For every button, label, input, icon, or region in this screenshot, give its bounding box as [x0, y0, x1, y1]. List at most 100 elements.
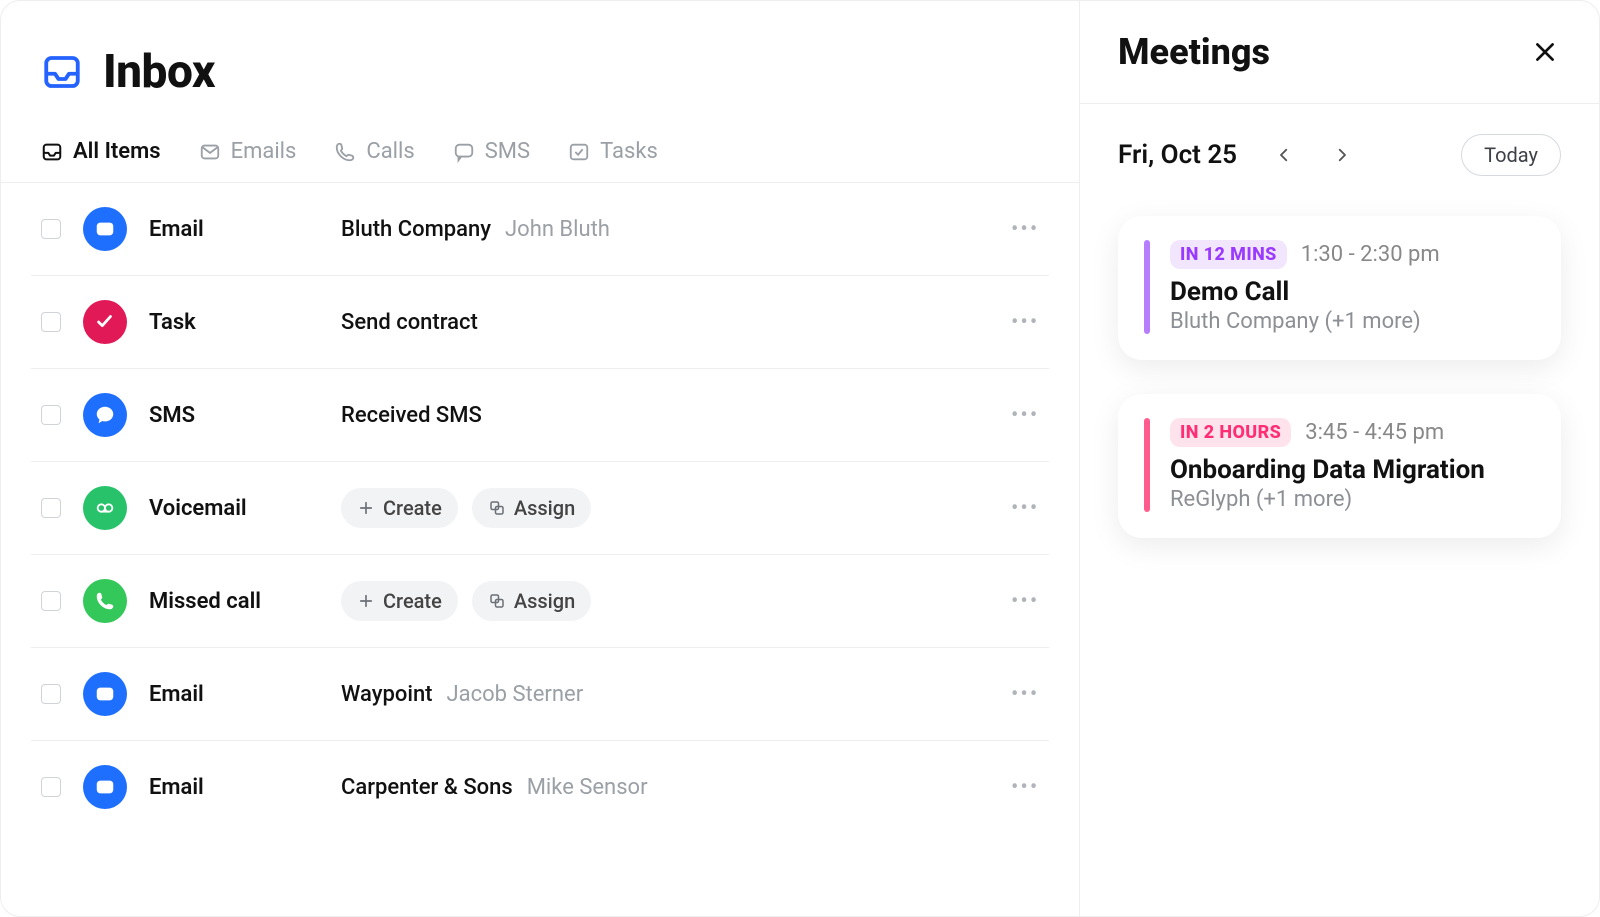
row-type: Voicemail: [149, 496, 319, 521]
row-content: Carpenter & Sons Mike Sensor: [341, 775, 989, 800]
row-checkbox[interactable]: [41, 219, 61, 239]
meetings-panel: Meetings Fri, Oct 25 Today IN 12 MINS 1:…: [1079, 1, 1599, 916]
assign-icon: [488, 499, 506, 517]
inbox-row[interactable]: SMS Received SMS •••: [31, 369, 1049, 462]
all-items-icon: [41, 141, 63, 163]
tab-all-items[interactable]: All Items: [41, 139, 161, 164]
meetings-title: Meetings: [1118, 31, 1270, 73]
page-title: Inbox: [103, 45, 215, 99]
date-label: Fri, Oct 25: [1118, 140, 1237, 170]
meeting-card[interactable]: IN 12 MINS 1:30 - 2:30 pm Demo Call Blut…: [1118, 216, 1561, 360]
inbox-row[interactable]: Voicemail Create Assign •••: [31, 462, 1049, 555]
date-arrows: [1273, 144, 1353, 166]
assign-button[interactable]: Assign: [472, 581, 591, 621]
email-icon: [83, 207, 127, 251]
row-secondary: John Bluth: [505, 217, 610, 242]
create-button[interactable]: Create: [341, 488, 458, 528]
close-button[interactable]: [1529, 36, 1561, 68]
row-more-button[interactable]: •••: [1011, 682, 1039, 707]
today-button[interactable]: Today: [1461, 134, 1561, 176]
row-type: Missed call: [149, 589, 319, 614]
row-content: Send contract: [341, 310, 989, 335]
row-more-button[interactable]: •••: [1011, 403, 1039, 428]
tab-sms[interactable]: SMS: [453, 139, 530, 164]
row-primary: Waypoint: [341, 682, 433, 707]
row-more-button[interactable]: •••: [1011, 775, 1039, 800]
event-subtitle: ReGlyph (+1 more): [1170, 487, 1535, 512]
email-icon: [83, 672, 127, 716]
event-countdown-badge: IN 12 MINS: [1170, 240, 1287, 269]
plus-icon: [357, 499, 375, 517]
row-content: Waypoint Jacob Sterner: [341, 682, 989, 707]
tab-emails[interactable]: Emails: [199, 139, 297, 164]
create-button[interactable]: Create: [341, 581, 458, 621]
row-type: Task: [149, 310, 319, 335]
row-primary: Bluth Company: [341, 217, 491, 242]
inbox-row[interactable]: Task Send contract •••: [31, 276, 1049, 369]
sms-icon: [453, 141, 475, 163]
row-primary: Send contract: [341, 310, 478, 335]
email-icon: [83, 765, 127, 809]
chat-icon: [83, 393, 127, 437]
inbox-icon: [41, 51, 83, 93]
date-nav: Fri, Oct 25: [1118, 140, 1353, 170]
tab-label: Emails: [231, 139, 297, 164]
prev-day-button[interactable]: [1273, 144, 1295, 166]
inbox-row[interactable]: Email Carpenter & Sons Mike Sensor •••: [31, 741, 1049, 833]
pill-label: Assign: [514, 496, 575, 520]
row-more-button[interactable]: •••: [1011, 310, 1039, 335]
phone-fill-icon: [83, 579, 127, 623]
inbox-row[interactable]: Email Waypoint Jacob Sterner •••: [31, 648, 1049, 741]
next-day-button[interactable]: [1331, 144, 1353, 166]
row-more-button[interactable]: •••: [1011, 217, 1039, 242]
row-type: Email: [149, 682, 319, 707]
phone-icon: [334, 141, 356, 163]
row-primary: Received SMS: [341, 403, 482, 428]
row-content: Create Assign: [341, 488, 989, 528]
row-secondary: Jacob Sterner: [447, 682, 584, 707]
row-checkbox[interactable]: [41, 498, 61, 518]
row-more-button[interactable]: •••: [1011, 496, 1039, 521]
row-type: Email: [149, 217, 319, 242]
meetings-list: IN 12 MINS 1:30 - 2:30 pm Demo Call Blut…: [1080, 206, 1599, 548]
row-type: SMS: [149, 403, 319, 428]
app-window: Inbox All Items Emails Calls SMS Tasks: [0, 0, 1600, 917]
event-body: IN 2 HOURS 3:45 - 4:45 pm Onboarding Dat…: [1170, 418, 1535, 512]
meetings-datebar: Fri, Oct 25 Today: [1080, 104, 1599, 206]
pill-label: Create: [383, 496, 442, 520]
plus-icon: [357, 592, 375, 610]
tab-calls[interactable]: Calls: [334, 139, 414, 164]
inbox-row[interactable]: Email Bluth Company John Bluth •••: [31, 183, 1049, 276]
inbox-pane: Inbox All Items Emails Calls SMS Tasks: [1, 1, 1079, 916]
row-checkbox[interactable]: [41, 405, 61, 425]
tab-label: Tasks: [600, 139, 658, 164]
pill-label: Create: [383, 589, 442, 613]
assign-button[interactable]: Assign: [472, 488, 591, 528]
row-checkbox[interactable]: [41, 312, 61, 332]
meeting-card[interactable]: IN 2 HOURS 3:45 - 4:45 pm Onboarding Dat…: [1118, 394, 1561, 538]
row-secondary: Mike Sensor: [527, 775, 648, 800]
row-content: Bluth Company John Bluth: [341, 217, 989, 242]
assign-icon: [488, 592, 506, 610]
event-accent: [1144, 418, 1150, 512]
row-content: Received SMS: [341, 403, 989, 428]
event-accent: [1144, 240, 1150, 334]
pill-label: Assign: [514, 589, 575, 613]
event-top: IN 2 HOURS 3:45 - 4:45 pm: [1170, 418, 1535, 447]
event-title: Onboarding Data Migration: [1170, 455, 1535, 485]
row-checkbox[interactable]: [41, 684, 61, 704]
event-time: 1:30 - 2:30 pm: [1301, 242, 1440, 267]
tab-tasks[interactable]: Tasks: [568, 139, 658, 164]
event-title: Demo Call: [1170, 277, 1535, 307]
row-more-button[interactable]: •••: [1011, 589, 1039, 614]
mail-icon: [199, 141, 221, 163]
inbox-row[interactable]: Missed call Create Assign •••: [31, 555, 1049, 648]
event-subtitle: Bluth Company (+1 more): [1170, 309, 1535, 334]
inbox-tabs: All Items Emails Calls SMS Tasks: [1, 103, 1079, 183]
voicemail-icon: [83, 486, 127, 530]
tab-label: SMS: [485, 139, 530, 164]
event-countdown-badge: IN 2 HOURS: [1170, 418, 1291, 447]
event-body: IN 12 MINS 1:30 - 2:30 pm Demo Call Blut…: [1170, 240, 1535, 334]
row-checkbox[interactable]: [41, 777, 61, 797]
row-checkbox[interactable]: [41, 591, 61, 611]
